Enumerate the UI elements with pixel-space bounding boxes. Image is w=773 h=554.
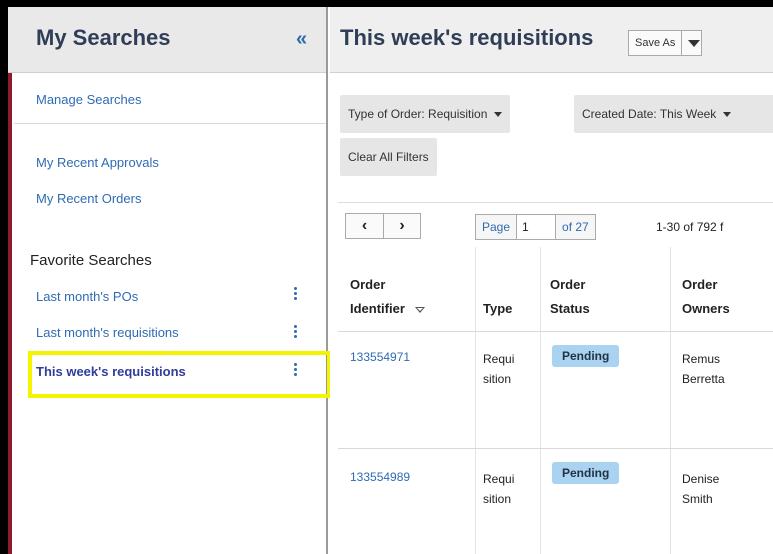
filter-label: Created Date: This Week [582,107,717,121]
header-line: Order [350,277,386,292]
order-identifier-link[interactable]: 133554989 [350,467,410,487]
table-header-divider [338,331,773,332]
manage-searches-link[interactable]: Manage Searches [36,92,142,107]
chevron-down-icon [723,111,732,117]
filter-type-of-order[interactable]: Type of Order: Requisition [340,95,511,133]
header-line: Order [550,277,586,292]
header-line: Identifier [350,297,425,321]
column-divider [540,247,541,554]
result-range: 1-30 of 792 f [656,220,724,234]
column-header-order-owners[interactable]: Order Owners [682,273,730,321]
favorite-searches-heading: Favorite Searches [30,252,152,269]
sort-descending-icon[interactable] [414,306,425,313]
searches-sidebar: My Searches « Manage Searches My Recent … [8,7,331,554]
toolbar-divider [338,202,773,203]
status-badge: Pending [552,345,620,367]
header-line: Status [550,301,590,316]
page-navigation: ‹ › [345,213,421,239]
sidebar-header: My Searches « [8,7,326,73]
status-badge: Pending [552,462,620,484]
clear-all-filters-button[interactable]: Clear All Filters [340,138,437,176]
column-header-order-identifier[interactable]: Order Identifier [350,273,425,321]
cell-line: Requi [483,472,515,486]
app-window: My Searches « Manage Searches My Recent … [8,7,773,554]
page-number-input[interactable] [517,215,556,239]
sidebar-title: My Searches [36,25,171,50]
column-divider [475,247,476,554]
kebab-menu-icon[interactable] [294,287,298,301]
order-type-cell: Requi sition [483,469,514,509]
page-selector: Page of 27 [475,214,596,240]
favorite-item-last-months-pos[interactable]: Last month's POs [36,289,138,304]
main-header: This week's requisitions Save As [330,7,773,73]
main-panel: This week's requisitions Save As Type of… [330,7,773,554]
order-owner-cell: Denise Smith [682,469,719,509]
sidebar-accent-bar [8,7,12,554]
page-label: Page [476,215,518,239]
page-count: of 27 [555,215,595,239]
header-text: Identifier [350,301,405,316]
order-identifier-link[interactable]: 133554971 [350,347,410,367]
column-header-order-status[interactable]: Order Status [550,273,590,321]
chevron-down-icon[interactable] [688,39,701,47]
cell-line: Remus [682,352,721,366]
filter-created-date[interactable]: Created Date: This Week [574,95,773,133]
next-page-button[interactable]: › [382,214,420,238]
save-as-button[interactable]: Save As [628,30,702,56]
cell-line: Smith [682,492,713,506]
cell-line: sition [483,492,512,506]
favorite-item-last-months-requisitions[interactable]: Last month's requisitions [36,325,179,340]
column-divider [670,247,671,554]
cell-line: Berretta [682,372,725,386]
filter-label: Type of Order: Requisition [348,107,488,121]
table-row-divider [338,448,773,449]
recent-orders-link[interactable]: My Recent Orders [36,191,141,206]
save-as-label[interactable]: Save As [629,31,683,55]
previous-page-button[interactable]: ‹ [346,214,383,238]
cell-line: Requi [483,352,515,366]
sidebar-divider [14,123,326,124]
order-owner-cell: Remus Berretta [682,349,725,389]
recent-approvals-link[interactable]: My Recent Approvals [36,155,159,170]
cell-line: sition [483,372,512,386]
kebab-menu-icon[interactable] [294,363,298,377]
favorite-item-this-weeks-requisitions[interactable]: This week's requisitions [36,364,186,379]
column-header-type[interactable]: Type [483,297,512,321]
cell-line: Denise [682,472,720,486]
order-type-cell: Requi sition [483,349,514,389]
kebab-menu-icon[interactable] [294,325,298,339]
header-line: Order [682,277,718,292]
header-line: Owners [682,301,730,316]
chevron-down-icon [494,111,503,117]
page-title: This week's requisitions [340,25,594,50]
collapse-sidebar-icon[interactable]: « [296,29,307,49]
